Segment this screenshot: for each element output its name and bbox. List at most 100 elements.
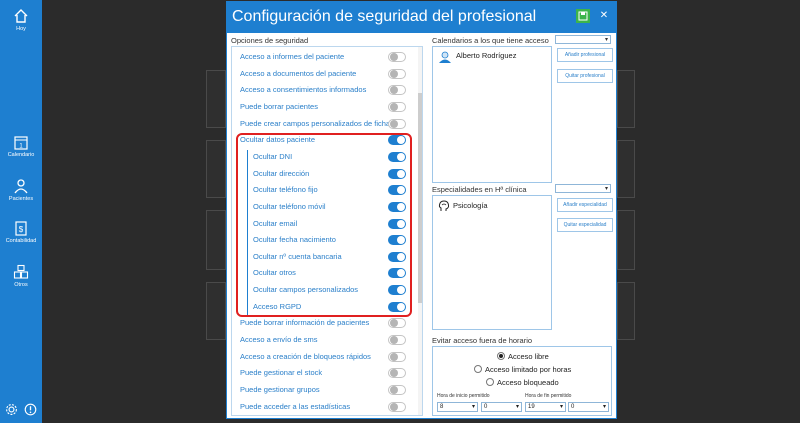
schedule-box: Acceso libre Acceso limitado por horas A…	[432, 346, 612, 416]
nav-label: Calendario	[7, 152, 35, 158]
security-option-label: Acceso a consentimientos informados	[240, 85, 367, 95]
options-scrollbar[interactable]	[418, 47, 422, 415]
radio-acceso-bloqueado[interactable]: Acceso bloqueado	[486, 378, 559, 387]
security-option-label: Puede gestionar el stock	[240, 368, 323, 378]
calendars-select[interactable]: ▾	[555, 35, 611, 44]
security-option-toggle[interactable]	[388, 118, 406, 129]
security-option-toggle[interactable]	[388, 401, 406, 412]
chevron-down-icon: ▾	[604, 37, 608, 43]
radio-unselected[interactable]	[474, 365, 482, 373]
dialog-title: Configuración de seguridad del profesion…	[232, 8, 537, 25]
security-option-label: Acceso a informes del paciente	[240, 52, 345, 61]
start-minute-value: 0	[484, 404, 488, 410]
nav-item-hoy[interactable]: Hoy	[0, 8, 42, 32]
security-option-toggle[interactable]	[388, 368, 406, 379]
security-option-label: Puede borrar pacientes	[240, 101, 318, 111]
toggle-knob	[390, 386, 398, 394]
security-option-label: Puede gestionar grupos	[240, 385, 320, 394]
security-option-row[interactable]: Puede acceder a las estadísticas	[232, 400, 416, 415]
start-hour-value: 8	[440, 404, 444, 410]
security-option-toggle[interactable]	[388, 351, 406, 362]
security-option-toggle[interactable]	[388, 385, 406, 395]
nav-item-calendario[interactable]: 1 Calendario	[0, 134, 42, 158]
security-option-row[interactable]: Puede gestionar grupos	[232, 383, 416, 399]
security-option-toggle[interactable]	[388, 68, 406, 79]
toggle-knob	[390, 119, 398, 128]
end-hour-value: 19	[528, 404, 535, 410]
security-settings-dialog: Configuración de seguridad del profesion…	[226, 1, 617, 419]
calendar-item-name[interactable]: Alberto Rodríguez	[456, 51, 516, 60]
end-minute-select[interactable]: 0 ▾	[568, 402, 609, 412]
radio-unselected[interactable]	[486, 378, 494, 386]
add-specialty-button[interactable]: Añadir especialidad	[557, 198, 613, 212]
scrollbar-thumb[interactable]	[418, 93, 422, 303]
security-option-row[interactable]: Acceso a informes del paciente	[232, 50, 416, 66]
specialties-label: Especialidades en Hª clínica	[432, 185, 527, 194]
background-card	[617, 70, 635, 128]
toggle-knob	[390, 402, 398, 411]
security-option-row[interactable]: Acceso a envío de sms	[232, 333, 416, 349]
add-professional-button[interactable]: Añadir profesional	[557, 48, 613, 62]
radio-label: Acceso libre	[508, 352, 549, 361]
background-card	[617, 140, 635, 198]
toggle-knob	[390, 69, 398, 78]
radio-selected[interactable]	[497, 352, 505, 360]
save-button[interactable]	[576, 9, 590, 23]
specialties-list[interactable]: Psicología	[432, 195, 552, 330]
specialties-select[interactable]: ▾	[555, 184, 611, 193]
close-button[interactable]: ✕	[597, 9, 611, 23]
security-options-list[interactable]: Acceso a informes del paciente Acceso a d…	[231, 46, 423, 416]
security-option-toggle[interactable]	[388, 101, 406, 112]
radio-label: Acceso bloqueado	[497, 378, 559, 387]
start-time-label: Hora de inicio permitido	[437, 393, 490, 399]
security-option-toggle[interactable]	[388, 52, 406, 62]
settings-gear-icon[interactable]	[5, 403, 18, 416]
home-icon	[14, 9, 28, 23]
nav-item-pacientes[interactable]: Pacientes	[0, 178, 42, 202]
app-sidebar: Hoy 1 Calendario Pacientes $ Contabilida…	[0, 0, 42, 423]
specialty-item-name[interactable]: Psicología	[453, 201, 488, 210]
background-card	[206, 210, 226, 270]
security-option-row[interactable]: Puede borrar pacientes	[232, 100, 416, 116]
security-option-label: Acceso a creación de bloqueos rápidos	[240, 351, 371, 361]
security-option-row[interactable]: Puede crear campos personalizados de fic…	[232, 117, 416, 133]
nav-item-contabilidad[interactable]: $ Contabilidad	[0, 220, 42, 244]
radio-acceso-limitado[interactable]: Acceso limitado por horas	[474, 365, 571, 374]
calendars-list[interactable]: Alberto Rodríguez	[432, 46, 552, 183]
dialog-titlebar: Configuración de seguridad del profesion…	[227, 2, 616, 33]
remove-professional-button[interactable]: Quitar profesional	[557, 69, 613, 83]
nav-item-otros[interactable]: Otros	[0, 264, 42, 288]
security-option-label: Puede borrar información de pacientes	[240, 318, 370, 328]
background-card	[206, 282, 226, 340]
security-option-row[interactable]: Puede borrar información de pacientes	[232, 316, 416, 332]
chevron-down-icon: ▾	[471, 404, 475, 410]
info-alert-icon[interactable]	[24, 403, 37, 416]
toggle-knob	[390, 53, 398, 61]
end-hour-select[interactable]: 19 ▾	[525, 402, 566, 412]
doctor-avatar-icon	[439, 51, 451, 63]
security-option-row[interactable]: Acceso a documentos del paciente	[232, 67, 416, 83]
security-option-toggle[interactable]	[388, 85, 406, 96]
background-card	[206, 70, 226, 128]
security-option-row[interactable]: Puede gestionar el stock	[232, 366, 416, 382]
security-option-toggle[interactable]	[388, 318, 406, 329]
calendars-label: Calendarios a los que tiene acceso	[432, 36, 549, 45]
psychology-head-icon	[438, 200, 450, 211]
radio-acceso-libre[interactable]: Acceso libre	[497, 352, 549, 361]
toggle-knob	[390, 336, 398, 345]
accounting-icon: $	[15, 221, 27, 236]
start-hour-select[interactable]: 8 ▾	[437, 402, 478, 412]
security-option-row[interactable]: Acceso a consentimientos informados	[232, 83, 416, 99]
security-options-label: Opciones de seguridad	[231, 36, 309, 45]
security-option-label: Acceso a envío de sms	[240, 335, 318, 345]
end-minute-value: 0	[571, 404, 575, 410]
security-option-label: Puede crear campos personalizados de fic…	[240, 118, 391, 128]
start-minute-select[interactable]: 0 ▾	[481, 402, 522, 412]
toggle-knob	[390, 369, 398, 378]
svg-text:$: $	[19, 225, 24, 234]
security-option-row[interactable]: Acceso a creación de bloqueos rápidos	[232, 350, 416, 366]
radio-label: Acceso limitado por horas	[485, 365, 572, 374]
chevron-down-icon: ▾	[602, 404, 606, 410]
remove-specialty-button[interactable]: Quitar especialidad	[557, 218, 613, 232]
security-option-toggle[interactable]	[388, 335, 406, 346]
